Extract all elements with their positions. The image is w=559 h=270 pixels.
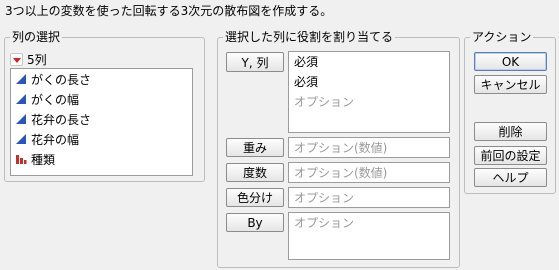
role-required-1: 必須 — [294, 55, 319, 69]
list-item[interactable]: がくの長さ — [11, 69, 192, 89]
list-item[interactable]: がくの幅 — [11, 89, 192, 109]
column-label: 花弁の長さ — [31, 112, 92, 127]
by-role-box[interactable]: オプション — [288, 212, 450, 260]
by-placeholder: オプション — [294, 216, 355, 230]
recall-button[interactable]: 前回の設定 — [474, 146, 547, 165]
column-label: 花弁の幅 — [31, 132, 80, 147]
continuous-icon — [16, 114, 26, 124]
role-optional: オプション — [294, 95, 355, 109]
roles-panel-title: 選択した列に役割を割り当てる — [223, 29, 396, 45]
continuous-icon — [16, 134, 26, 144]
column-count-label: 5列 — [27, 53, 47, 67]
weight-placeholder: オプション(数値) — [294, 141, 388, 155]
column-list[interactable]: がくの長さ がくの幅 花弁の長さ 花弁の幅 種類 — [10, 68, 193, 176]
weight-button[interactable]: 重み — [226, 138, 284, 157]
continuous-icon — [16, 94, 26, 104]
remove-button[interactable]: 削除 — [474, 122, 547, 141]
freq-placeholder: オプション(数値) — [294, 166, 388, 180]
column-label: がくの幅 — [31, 92, 80, 107]
column-label: 種類 — [31, 152, 56, 167]
dropdown-triangle-icon[interactable] — [10, 53, 23, 66]
actions-panel-title: アクション — [470, 29, 534, 45]
list-item[interactable]: 種類 — [11, 149, 192, 169]
y-column-role-box[interactable]: 必須 必須 オプション — [288, 51, 450, 133]
cancel-button[interactable]: キャンセル — [474, 75, 547, 94]
color-button[interactable]: 色分け — [226, 188, 284, 207]
help-button[interactable]: ヘルプ — [474, 168, 547, 187]
instruction-text: 3つ以上の変数を使った回転する3次元の散布図を作成する。 — [5, 4, 333, 18]
freq-button[interactable]: 度数 — [226, 163, 284, 182]
y-column-button[interactable]: Y, 列 — [226, 52, 284, 72]
column-label: がくの長さ — [31, 72, 92, 87]
nominal-icon — [16, 155, 27, 164]
columns-panel-title: 列の選択 — [10, 29, 63, 45]
list-item[interactable]: 花弁の幅 — [11, 129, 192, 149]
continuous-icon — [16, 74, 26, 84]
color-placeholder: オプション — [294, 191, 355, 205]
freq-role-box[interactable]: オプション(数値) — [288, 162, 450, 183]
role-required-2: 必須 — [294, 75, 319, 89]
weight-role-box[interactable]: オプション(数値) — [288, 137, 450, 158]
by-button[interactable]: By — [226, 213, 284, 232]
column-count[interactable]: 5列 — [10, 51, 47, 68]
list-item[interactable]: 花弁の長さ — [11, 109, 192, 129]
ok-button[interactable]: OK — [474, 52, 547, 71]
color-role-box[interactable]: オプション — [288, 187, 450, 208]
